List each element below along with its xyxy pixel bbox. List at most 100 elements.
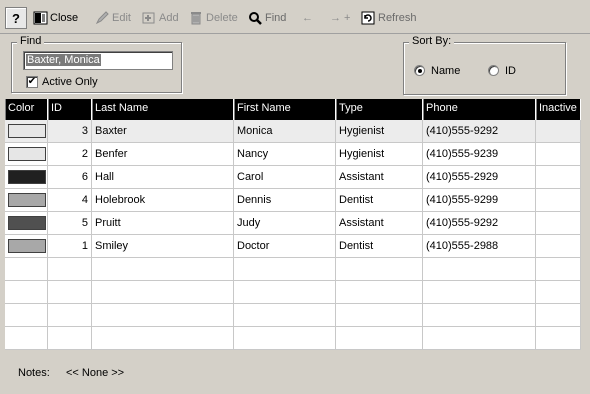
column-header-first-name[interactable]: First Name bbox=[234, 99, 336, 120]
sort-name-label[interactable]: Name bbox=[431, 65, 460, 77]
empty-cell bbox=[5, 281, 48, 303]
empty-cell bbox=[423, 281, 536, 303]
magnifier-icon bbox=[249, 12, 262, 25]
cell-first-name: Judy bbox=[234, 212, 336, 234]
cell-phone: (410)555-2988 bbox=[423, 235, 536, 257]
notes-label: Notes: bbox=[18, 367, 50, 379]
table-row[interactable]: 1 Smiley Doctor Dentist (410)555-2988 bbox=[5, 235, 581, 258]
cell-id: 2 bbox=[48, 143, 92, 165]
empty-row[interactable] bbox=[5, 327, 581, 350]
cell-color bbox=[5, 143, 48, 165]
notes-value: << None >> bbox=[66, 367, 125, 379]
close-button[interactable]: Close bbox=[33, 7, 78, 29]
refresh-button[interactable]: Refresh bbox=[361, 7, 417, 29]
empty-cell bbox=[48, 258, 92, 280]
cell-last-name: Smiley bbox=[92, 235, 234, 257]
find-button[interactable]: Find bbox=[248, 7, 286, 29]
sort-id-radio[interactable] bbox=[488, 65, 499, 76]
column-header-inactive[interactable]: Inactive bbox=[536, 99, 581, 120]
next-button[interactable]: → + bbox=[330, 7, 350, 29]
empty-cell bbox=[536, 281, 581, 303]
empty-row[interactable] bbox=[5, 281, 581, 304]
column-header-id[interactable]: ID bbox=[48, 99, 92, 120]
add-button[interactable]: Add bbox=[142, 7, 179, 29]
cell-id: 3 bbox=[48, 120, 92, 142]
empty-row[interactable] bbox=[5, 304, 581, 327]
empty-cell bbox=[336, 281, 423, 303]
table-row[interactable]: 5 Pruitt Judy Assistant (410)555-9292 bbox=[5, 212, 581, 235]
cell-last-name: Pruitt bbox=[92, 212, 234, 234]
empty-cell bbox=[5, 304, 48, 326]
table-row[interactable]: 6 Hall Carol Assistant (410)555-2929 bbox=[5, 166, 581, 189]
table-row[interactable]: 2 Benfer Nancy Hygienist (410)555-9239 bbox=[5, 143, 581, 166]
empty-cell bbox=[423, 327, 536, 349]
empty-cell bbox=[48, 327, 92, 349]
find-input[interactable]: Baxter, Monica bbox=[23, 51, 173, 70]
sort-group bbox=[403, 42, 566, 95]
cell-first-name: Nancy bbox=[234, 143, 336, 165]
cell-type: Assistant bbox=[336, 212, 423, 234]
column-header-type[interactable]: Type bbox=[336, 99, 423, 120]
empty-cell bbox=[48, 304, 92, 326]
help-button[interactable]: ? bbox=[5, 7, 27, 29]
empty-cell bbox=[5, 327, 48, 349]
cell-phone: (410)555-9292 bbox=[423, 120, 536, 142]
empty-cell bbox=[92, 281, 234, 303]
cell-inactive bbox=[536, 120, 581, 142]
column-header-color[interactable]: Color bbox=[5, 99, 48, 120]
add-label: Add bbox=[159, 12, 179, 24]
cell-inactive bbox=[536, 143, 581, 165]
color-swatch bbox=[8, 216, 46, 230]
cell-color bbox=[5, 189, 48, 211]
edit-button[interactable]: Edit bbox=[95, 7, 131, 29]
find-group-title: Find bbox=[17, 35, 45, 47]
empty-cell bbox=[336, 327, 423, 349]
sort-name-radio[interactable] bbox=[414, 65, 425, 76]
cell-color bbox=[5, 166, 48, 188]
cell-inactive bbox=[536, 235, 581, 257]
checkmark-icon: ✔ bbox=[27, 76, 37, 87]
sort-id-label[interactable]: ID bbox=[505, 65, 516, 77]
previous-arrow-icon: ← bbox=[302, 12, 313, 24]
cell-color bbox=[5, 235, 48, 257]
cell-last-name: Holebrook bbox=[92, 189, 234, 211]
add-plus-icon bbox=[142, 12, 155, 24]
cell-color bbox=[5, 120, 48, 142]
cell-id: 4 bbox=[48, 189, 92, 211]
active-only-label[interactable]: Active Only bbox=[42, 76, 98, 88]
cell-first-name: Monica bbox=[234, 120, 336, 142]
cell-inactive bbox=[536, 189, 581, 211]
cell-last-name: Benfer bbox=[92, 143, 234, 165]
staff-grid[interactable]: Color ID Last Name First Name Type Phone… bbox=[5, 99, 581, 352]
next-arrow-icon: → + bbox=[330, 12, 351, 24]
close-door-icon bbox=[33, 11, 48, 25]
empty-cell bbox=[536, 327, 581, 349]
empty-cell bbox=[234, 327, 336, 349]
previous-button[interactable]: ← bbox=[302, 7, 313, 29]
table-row[interactable]: 3 Baxter Monica Hygienist (410)555-9292 bbox=[5, 120, 581, 143]
cell-first-name: Carol bbox=[234, 166, 336, 188]
cell-phone: (410)555-9292 bbox=[423, 212, 536, 234]
cell-first-name: Doctor bbox=[234, 235, 336, 257]
delete-button[interactable]: Delete bbox=[189, 7, 238, 29]
empty-cell bbox=[234, 304, 336, 326]
color-swatch bbox=[8, 170, 46, 184]
trash-icon bbox=[191, 12, 201, 25]
empty-row[interactable] bbox=[5, 258, 581, 281]
empty-cell bbox=[234, 258, 336, 280]
empty-cell bbox=[92, 258, 234, 280]
empty-cell bbox=[92, 327, 234, 349]
cell-first-name: Dennis bbox=[234, 189, 336, 211]
table-row[interactable]: 4 Holebrook Dennis Dentist (410)555-9299 bbox=[5, 189, 581, 212]
refresh-icon bbox=[361, 11, 375, 25]
column-header-last-name[interactable]: Last Name bbox=[92, 99, 234, 120]
cell-phone: (410)555-9239 bbox=[423, 143, 536, 165]
empty-cell bbox=[536, 258, 581, 280]
empty-cell bbox=[423, 304, 536, 326]
cell-last-name: Baxter bbox=[92, 120, 234, 142]
column-header-phone[interactable]: Phone bbox=[423, 99, 536, 120]
active-only-checkbox[interactable]: ✔ bbox=[26, 76, 38, 88]
grid-header: Color ID Last Name First Name Type Phone… bbox=[5, 99, 581, 120]
cell-id: 5 bbox=[48, 212, 92, 234]
cell-id: 1 bbox=[48, 235, 92, 257]
